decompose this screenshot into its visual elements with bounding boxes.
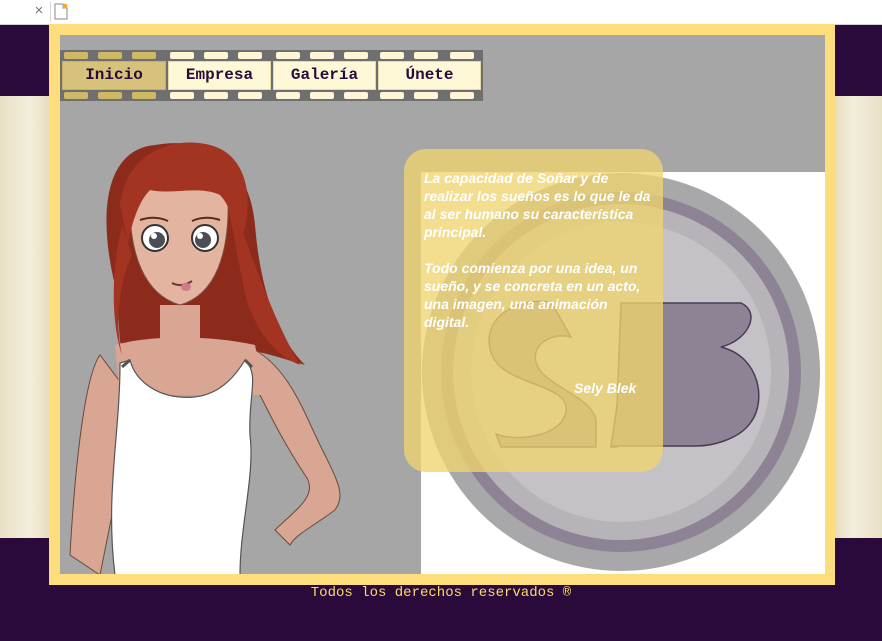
film-holes-top: [60, 52, 483, 59]
film-holes-bottom: [60, 92, 483, 99]
new-tab-icon[interactable]: [54, 3, 68, 20]
main-frame: Inicio Empresa Galería Únete La capacida…: [49, 24, 835, 585]
quote-paragraph-2: Todo comienza por una idea, un sueño, y …: [424, 260, 641, 330]
main-navigation: Inicio Empresa Galería Únete: [60, 50, 483, 101]
stage: Inicio Empresa Galería Únete La capacida…: [60, 35, 825, 574]
parchment-right-decoration: [834, 96, 882, 538]
close-tab-icon[interactable]: ×: [32, 3, 46, 19]
quote-paragraph-1: La capacidad de Soñar y de realizar los …: [424, 170, 651, 240]
quote-panel: La capacidad de Soñar y de realizar los …: [404, 149, 663, 472]
footer-copyright: Todos los derechos reservados ®: [310, 585, 572, 601]
tab-separator: [50, 2, 51, 22]
nav-item-empresa[interactable]: Empresa: [168, 61, 271, 90]
quote-signature: Sely Blek: [574, 380, 637, 396]
nav-item-inicio[interactable]: Inicio: [62, 61, 166, 90]
browser-tab-bar: ×: [0, 0, 882, 25]
parchment-left-decoration: [0, 96, 50, 538]
character-illustration: [69, 142, 341, 574]
nav-item-unete[interactable]: Únete: [378, 61, 481, 90]
nav-item-galeria[interactable]: Galería: [273, 61, 376, 90]
